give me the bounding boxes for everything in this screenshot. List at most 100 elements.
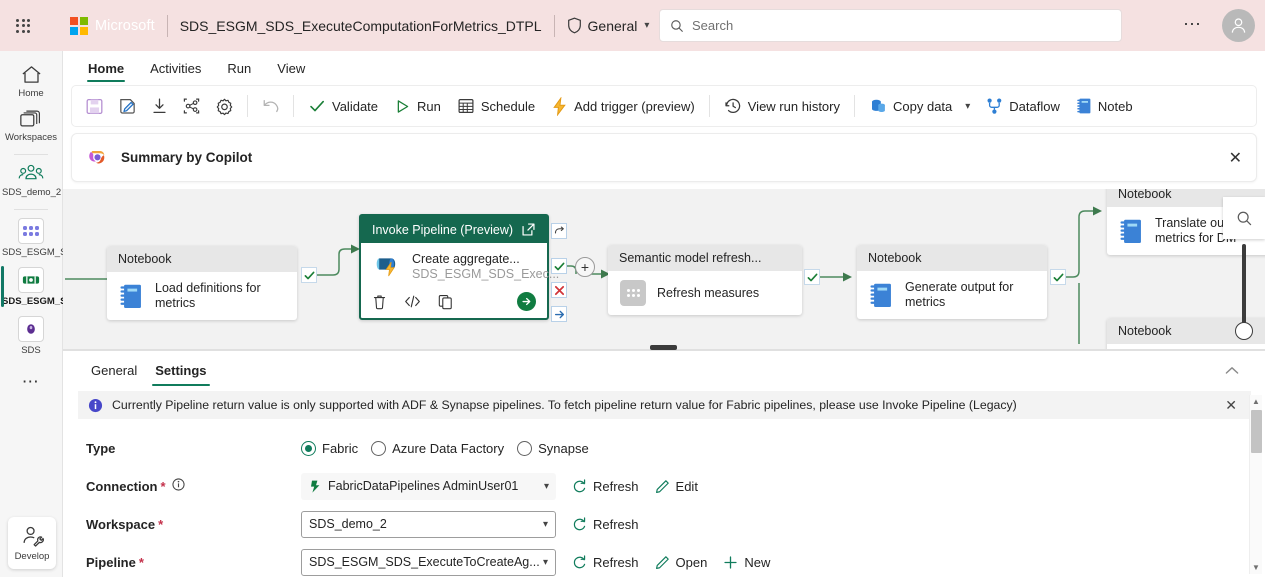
panel-resize-handle[interactable] [650, 345, 677, 350]
share-button[interactable] [175, 90, 208, 122]
info-message-text: Currently Pipeline return value is only … [112, 398, 1017, 412]
tab-home[interactable]: Home [77, 56, 135, 82]
radio-fabric[interactable]: Fabric [301, 440, 358, 456]
on-success-port[interactable] [301, 267, 317, 283]
sidebar-item-sds-esgm-dataset[interactable]: SDS_ESGM_SDS_Datas... [0, 213, 118, 262]
clone-icon[interactable] [438, 294, 453, 310]
develop-person-wrench-icon [23, 526, 44, 547]
search-input[interactable]: Search [659, 9, 1122, 42]
tab-run[interactable]: Run [216, 56, 262, 82]
pipeline-node-semantic-refresh[interactable]: Semantic model refresh... Refresh measur… [608, 245, 802, 315]
topbar-more-button[interactable]: ⋯ [1183, 14, 1203, 34]
add-trigger-button[interactable]: Add trigger (preview) [543, 90, 703, 122]
workspace-scope-chip[interactable]: General ▾ [567, 17, 649, 34]
copilot-summary-banner: Summary by Copilot ✕ [71, 133, 1257, 182]
add-activity-button[interactable]: + [575, 257, 595, 277]
pipeline-node-notebook-generate[interactable]: Notebook Generate output for metrics [857, 245, 1047, 319]
on-success-port[interactable] [551, 258, 567, 274]
avatar[interactable] [1222, 9, 1255, 42]
delete-icon[interactable] [372, 294, 387, 310]
sidebar-more-button[interactable]: ⋯ [22, 372, 41, 392]
connection-edit-button[interactable]: Edit [655, 479, 698, 494]
sidebar-item-sds-demo-2[interactable]: SDS_demo_2 [0, 158, 63, 202]
pipeline-dropdown[interactable]: SDS_ESGM_SDS_ExecuteToCreateAg... ▾ [301, 548, 556, 576]
open-external-icon[interactable] [521, 222, 536, 237]
sidebar-item-workspaces[interactable]: Workspaces [0, 103, 63, 147]
download-button[interactable] [144, 90, 175, 122]
info-icon[interactable] [171, 478, 185, 494]
schedule-button[interactable]: Schedule [449, 90, 543, 122]
connection-refresh-button[interactable]: Refresh [572, 479, 639, 494]
on-skip-port[interactable] [551, 223, 567, 239]
tab-label: View [277, 61, 306, 76]
document-title: SDS_ESGM_SDS_ExecuteComputationForMetric… [179, 17, 542, 34]
field-label-pipeline: Pipeline * [86, 555, 301, 570]
pipeline-new-button[interactable]: New [723, 555, 770, 570]
run-activity-button[interactable] [517, 292, 536, 311]
settings-button[interactable] [208, 90, 241, 122]
calendar-grid-icon [458, 98, 474, 114]
divider [854, 95, 855, 117]
close-icon[interactable]: ✕ [1229, 148, 1242, 168]
pipeline-refresh-button[interactable]: Refresh [572, 555, 639, 570]
radio-azure-data-factory[interactable]: Azure Data Factory [371, 440, 504, 456]
pipeline-canvas[interactable]: Notebook Load definitions for metrics In… [63, 189, 1265, 350]
sidebar-item-sds-esgm-exec[interactable]: SDS_ESGM_SDS_Exec... [0, 262, 115, 311]
notebook-button[interactable]: Noteb [1068, 90, 1141, 122]
share-nodes-icon [183, 98, 200, 114]
pipeline-node-notebook-load[interactable]: Notebook Load definitions for metrics [107, 246, 297, 320]
on-success-port[interactable] [1050, 269, 1066, 285]
tab-view[interactable]: View [266, 56, 316, 82]
copy-data-button[interactable]: Copy data ▾ [861, 90, 978, 122]
on-fail-port[interactable] [551, 282, 567, 298]
close-icon[interactable]: ✕ [1225, 397, 1241, 414]
node-title: Load definitions for metrics [155, 281, 261, 310]
save-button[interactable] [78, 90, 111, 122]
view-run-history-button[interactable]: View run history [716, 90, 848, 122]
tab-activities[interactable]: Activities [139, 56, 212, 82]
sidebar-item-home[interactable]: Home [0, 59, 63, 103]
radio-dot-icon [517, 440, 533, 456]
develop-button[interactable]: Develop [8, 517, 56, 569]
save-as-button[interactable] [111, 90, 144, 122]
activity-properties-panel: General Settings Currently Pipeline retu… [63, 350, 1265, 577]
refresh-label: Refresh [593, 516, 639, 532]
workspace-dropdown[interactable]: SDS_demo_2 ▾ [301, 510, 556, 538]
sidebar-item-sds[interactable]: SDS [0, 311, 63, 360]
tab-general[interactable]: General [84, 354, 144, 388]
workspace-refresh-button[interactable]: Refresh [572, 517, 639, 532]
edit-label: Edit [675, 478, 698, 494]
validate-button[interactable]: Validate [300, 90, 386, 122]
pipeline-node-invoke-pipeline[interactable]: Invoke Pipeline (Preview) Create aggrega… [359, 214, 559, 320]
caret-up-icon[interactable]: ▲ [1250, 395, 1262, 408]
caret-down-icon[interactable]: ▼ [1250, 561, 1262, 574]
canvas-zoom-button[interactable] [1223, 197, 1265, 239]
node-header: Invoke Pipeline (Preview) [361, 216, 547, 243]
on-success-port[interactable] [804, 269, 820, 285]
canvas-zoom-slider-track[interactable] [1242, 244, 1246, 330]
waffle-menu-button[interactable] [0, 18, 46, 33]
connection-dropdown[interactable]: FabricDataPipelines AdminUser01 ▾ [301, 472, 556, 500]
run-arrow-icon [522, 297, 531, 306]
refresh-icon [573, 516, 586, 530]
panel-scrollbar[interactable]: ▲ ▼ [1249, 395, 1262, 574]
node-type-label: Semantic model refresh... [619, 251, 762, 265]
run-button[interactable]: Run [386, 90, 449, 122]
canvas-zoom-slider-knob[interactable] [1235, 322, 1253, 340]
copy-data-label: Copy data [893, 98, 953, 114]
people-group-icon [18, 164, 44, 180]
on-completion-icon [554, 310, 564, 318]
code-icon[interactable] [404, 294, 421, 309]
microsoft-logo[interactable]: Microsoft [70, 16, 155, 35]
radio-label: Synapse [538, 440, 589, 456]
panel-scrollbar-thumb[interactable] [1251, 410, 1262, 453]
pipeline-open-button[interactable]: Open [655, 555, 707, 570]
panel-collapse-button[interactable] [1225, 363, 1239, 378]
node-type-label: Notebook [868, 251, 922, 265]
radio-synapse[interactable]: Synapse [517, 440, 589, 456]
tab-settings[interactable]: Settings [148, 354, 213, 388]
workspace-scope-label: General [587, 17, 638, 34]
on-completion-port[interactable] [551, 306, 567, 322]
undo-button[interactable] [254, 90, 287, 122]
dataflow-button[interactable]: Dataflow [978, 90, 1068, 122]
